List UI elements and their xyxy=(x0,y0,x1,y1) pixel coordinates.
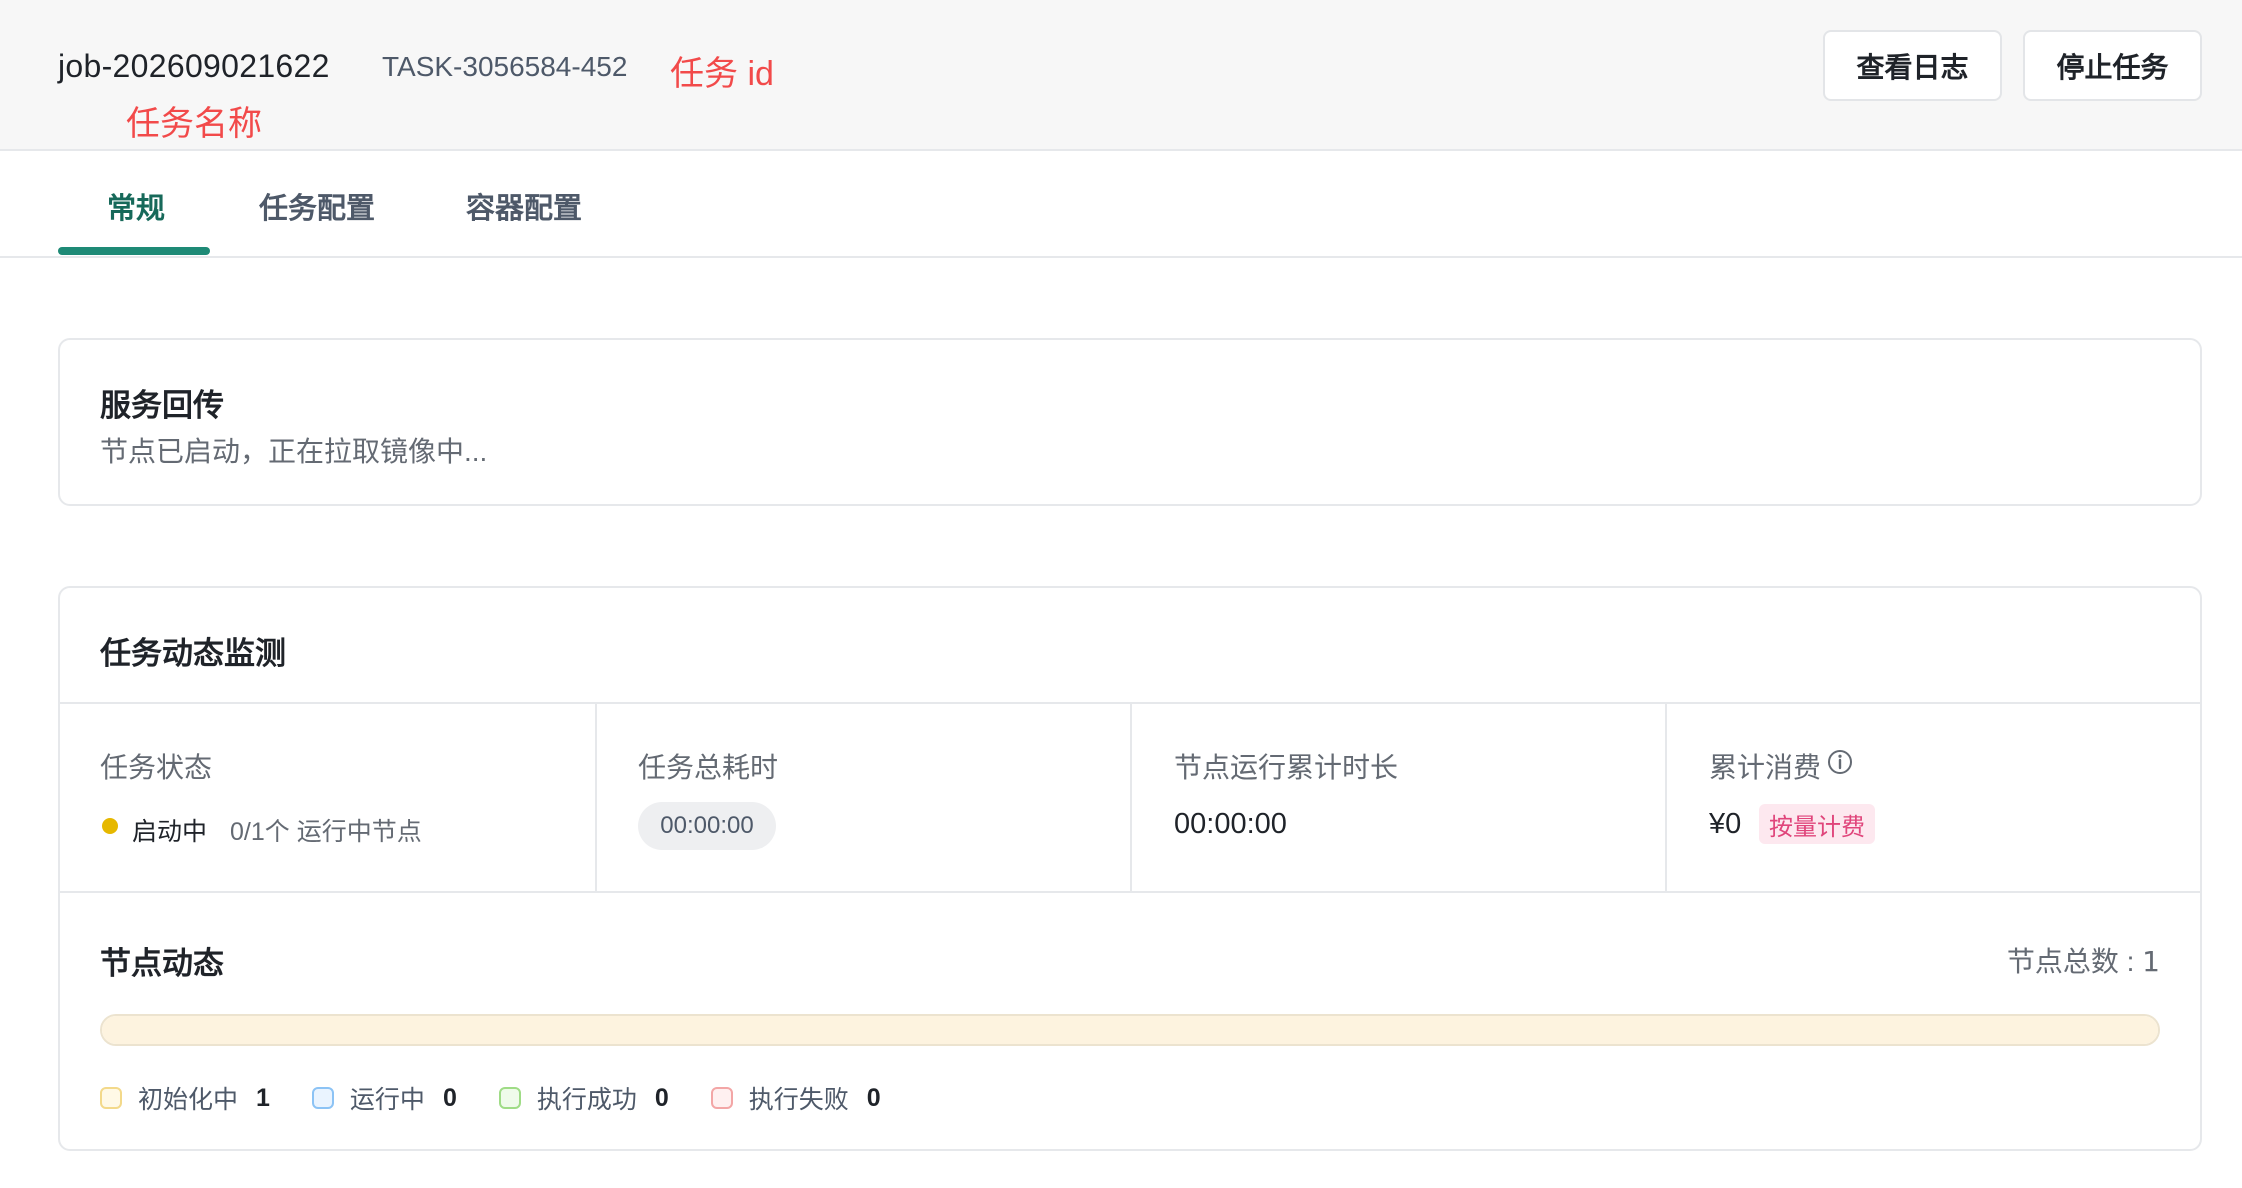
task-id: TASK-3056584-452 xyxy=(382,51,628,82)
node-runtime-value: 00:00:00 xyxy=(1174,808,1287,840)
page-header: job-202609021622 TASK-3056584-452 任务 id … xyxy=(0,0,2242,151)
cost-value: ¥0 xyxy=(1709,808,1742,840)
legend-label: 执行成功 xyxy=(536,1086,637,1114)
legend-swatch xyxy=(311,1087,334,1109)
service-callback-card: 服务回传 节点已启动，正在拉取镜像中... xyxy=(58,338,2202,506)
node-total-value: 1 xyxy=(2142,945,2160,978)
node-runtime-label: 节点运行累计时长 xyxy=(1174,752,1399,783)
node-total: 节点总数 : 1 xyxy=(2007,940,2160,980)
status-dot-icon xyxy=(102,818,118,834)
service-callback-message: 节点已启动，正在拉取镜像中... xyxy=(100,436,488,467)
tab-bar: 常规 任务配置 容器配置 xyxy=(0,151,2242,258)
running-nodes-count: 0/1个 运行中节点 xyxy=(230,818,422,846)
legend-item-initializing: 初始化中 1 xyxy=(100,1080,270,1116)
legend-count: 0 xyxy=(654,1083,669,1112)
divider xyxy=(1665,702,1667,893)
view-logs-button[interactable]: 查看日志 xyxy=(1823,30,2002,101)
node-total-label: 节点总数 xyxy=(2006,946,2119,977)
billing-mode-tag: 按量计费 xyxy=(1759,804,1875,844)
tab-task-config[interactable]: 任务配置 xyxy=(259,185,375,227)
legend-swatch xyxy=(100,1087,122,1109)
cost-label: 累计消费 xyxy=(1709,752,1822,783)
legend-label: 运行中 xyxy=(349,1086,425,1114)
annotation-task-name: 任务名称 xyxy=(126,105,262,143)
task-status-value: 启动中 xyxy=(132,818,208,846)
service-callback-title: 服务回传 xyxy=(100,388,224,423)
legend-swatch xyxy=(710,1087,733,1109)
legend-count: 1 xyxy=(256,1083,270,1112)
legend-count: 0 xyxy=(866,1083,881,1112)
legend-swatch xyxy=(498,1087,521,1109)
total-time-label: 任务总耗时 xyxy=(638,752,779,783)
node-legend: 初始化中 1 运行中 0 执行成功 0 执行失败 0 xyxy=(100,1078,923,1118)
task-monitor-title: 任务动态监测 xyxy=(100,636,286,671)
node-total-separator: : xyxy=(2118,946,2143,977)
legend-item-running: 运行中 0 xyxy=(311,1080,457,1116)
task-status-label: 任务状态 xyxy=(100,752,213,783)
tab-container-config[interactable]: 容器配置 xyxy=(466,185,582,227)
total-time-value: 00:00:00 xyxy=(638,802,776,850)
node-progress-bar xyxy=(100,1014,2160,1046)
legend-label: 执行失败 xyxy=(748,1086,849,1114)
active-tab-indicator xyxy=(58,247,210,255)
tab-general[interactable]: 常规 xyxy=(107,185,165,227)
legend-count: 0 xyxy=(442,1083,457,1112)
node-progress-fill-initializing xyxy=(102,1016,2158,1044)
job-name: job-202609021622 xyxy=(58,48,330,84)
annotation-task-id: 任务 id xyxy=(670,55,774,93)
task-monitor-card: 任务动态监测 任务状态 启动中 0/1个 运行中节点 任务总耗时 00:00:0… xyxy=(58,586,2202,1151)
legend-item-failed: 执行失败 0 xyxy=(710,1080,881,1116)
info-circle-icon[interactable] xyxy=(1826,748,1854,776)
divider xyxy=(595,702,597,893)
node-dynamics-title: 节点动态 xyxy=(100,946,224,981)
legend-label: 初始化中 xyxy=(138,1086,239,1114)
divider xyxy=(1130,702,1132,893)
legend-item-success: 执行成功 0 xyxy=(498,1080,669,1116)
stop-task-button[interactable]: 停止任务 xyxy=(2023,30,2202,101)
